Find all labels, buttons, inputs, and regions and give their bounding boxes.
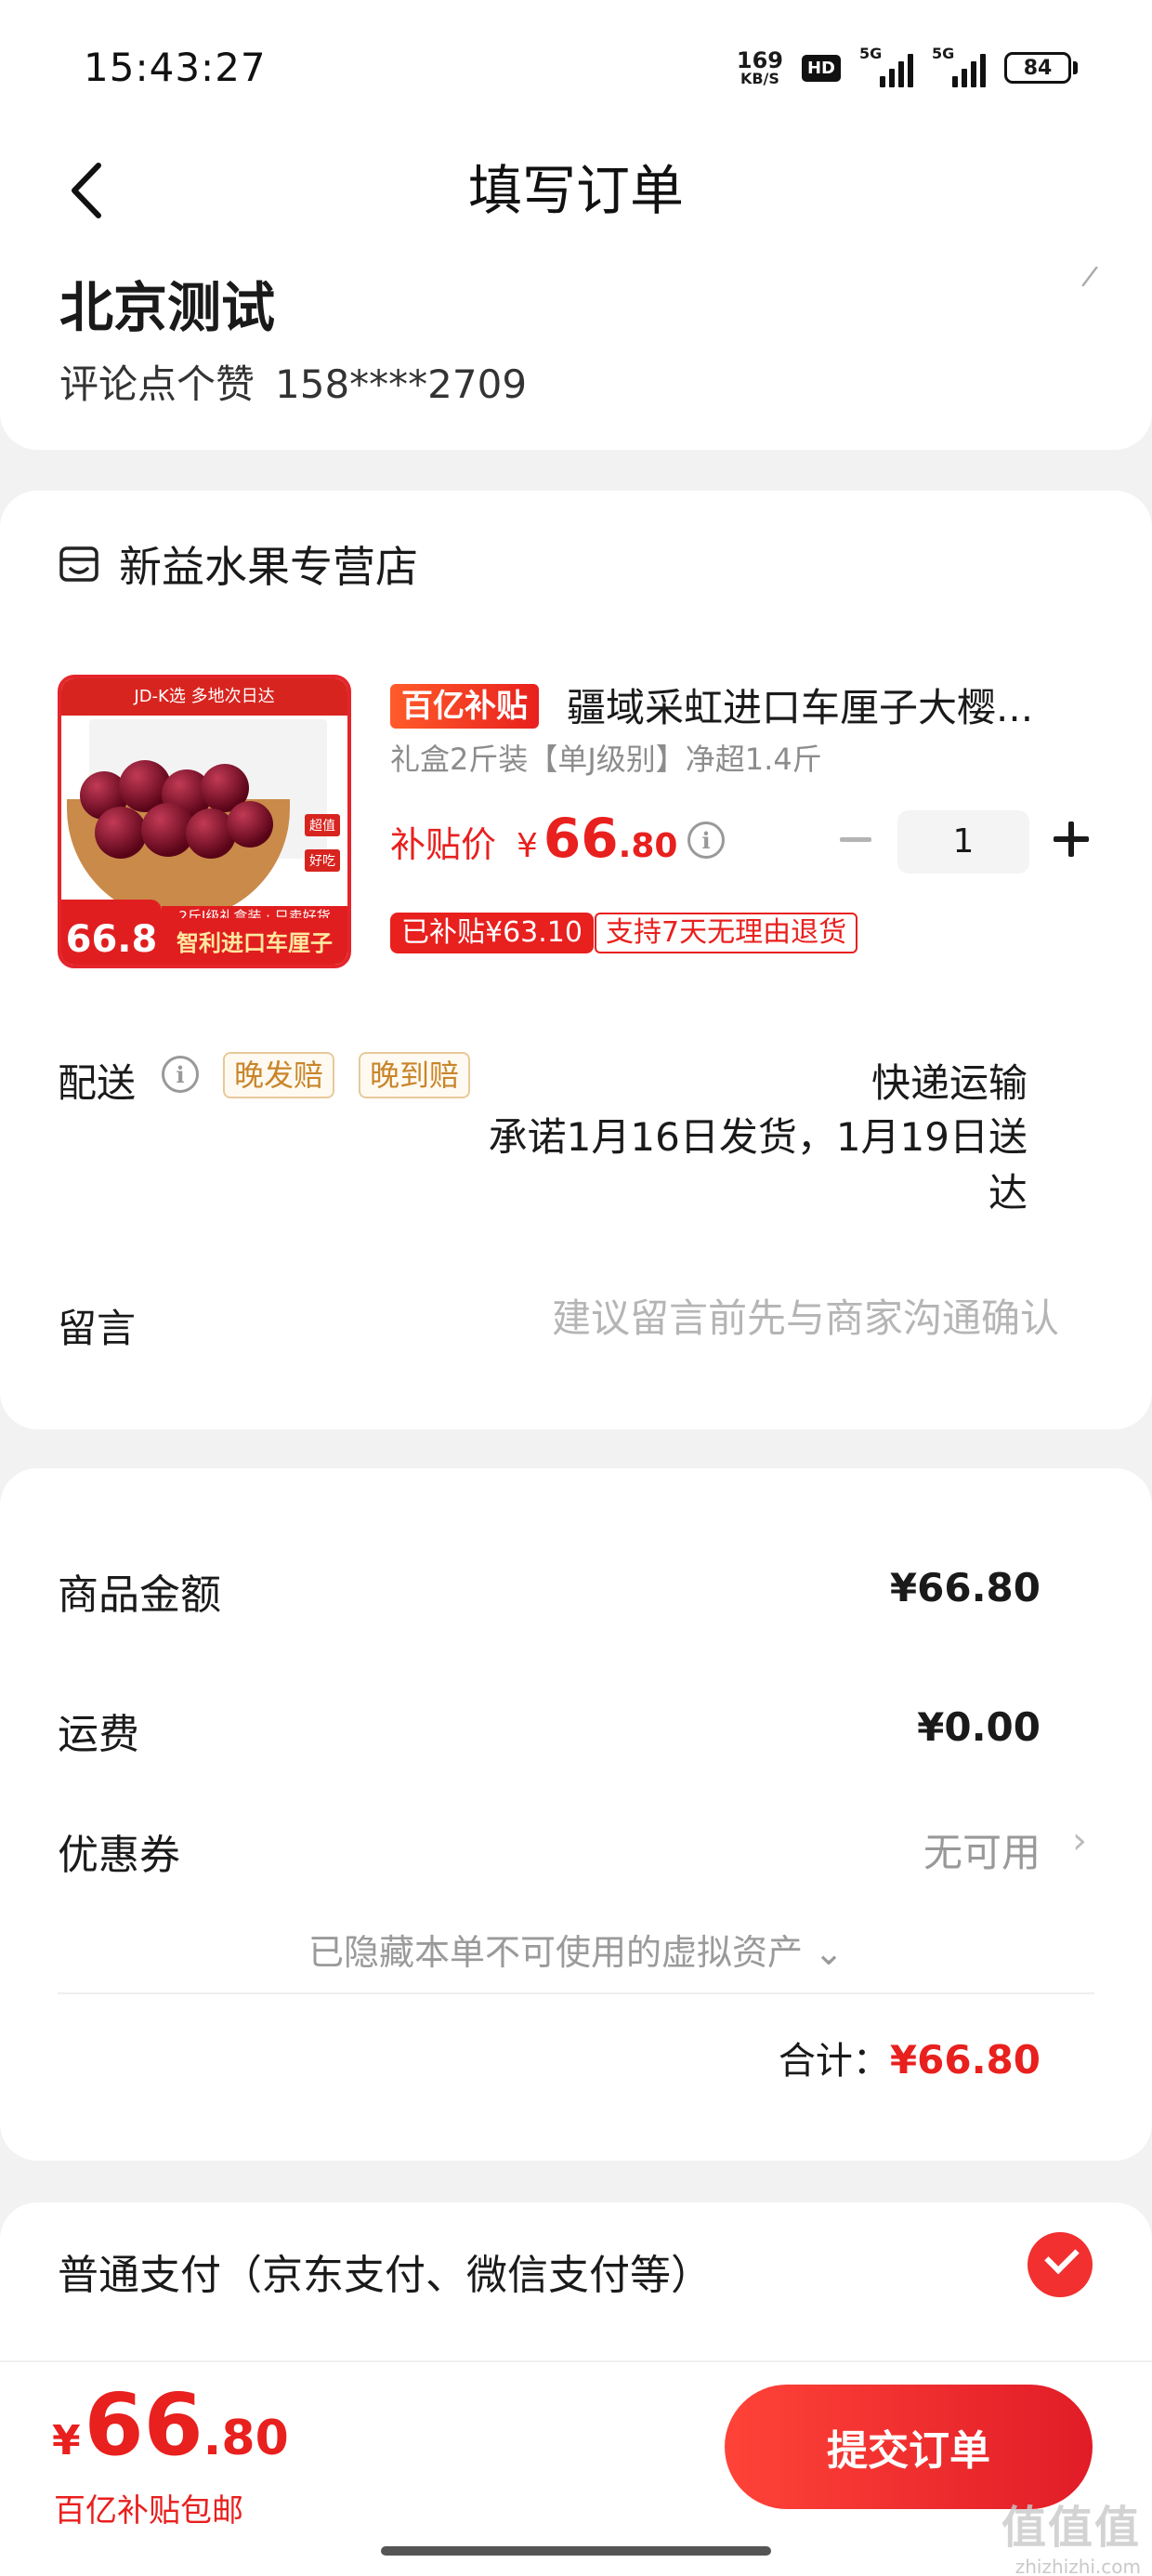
signal-icon-secondary: 5G [932,45,986,87]
total-row: 合计： ¥66.80 [779,2031,1041,2084]
bottom-price-integer: 66 [84,2375,203,2475]
hd-voice-icon: HD [801,54,841,82]
network-speed: 169 KB/S [737,49,783,86]
store-icon [59,546,98,582]
goods-amount-label: 商品金额 [58,1571,221,1619]
battery-icon: 84 [1004,52,1078,84]
price-info-icon[interactable]: i [687,821,725,859]
bottom-price-currency: ¥ [52,2417,81,2464]
price-integer: 66 [543,807,619,870]
signal-icon: 5G [859,45,913,87]
price-decimal: .80 [618,827,678,865]
product-spec: 礼盒2斤装【单J级别】净超1.4斤 [390,742,822,777]
note-label: 留言 [58,1306,137,1351]
shipping-fee-value: ¥0.00 [917,1704,1041,1750]
quantity-value[interactable]: 1 [897,810,1029,874]
address-contact: 评论点个赞 158****2709 [59,353,547,410]
product-title[interactable]: 疆域采虹进口车厘子大樱... [567,677,1087,733]
product-price: 补贴价 ¥ 66 .80 [390,807,677,870]
subsidy-badge: 百亿补贴 [390,684,539,729]
network-speed-unit: KB/S [740,70,779,87]
page-title: 填写订单 [467,159,684,222]
shipping-fee-label: 运费 [58,1711,139,1758]
total-label: 合计： [778,2040,890,2083]
image-banner: JD-K选 多地次日达 [61,678,347,716]
image-tag-2: 好吃 [305,849,340,872]
bottom-total-price: ¥ 66 .80 [52,2383,289,2468]
watermark-main: 值值值 [1001,2502,1141,2554]
late-ship-compensation-tag[interactable]: 晚发赔 [223,1052,335,1098]
divider [58,1992,1094,1994]
total-value: ¥66.80 [889,2037,1041,2083]
payment-card: 普通支付（京东支付、微信支付等） [0,2202,1152,2360]
goods-amount-value: ¥66.80 [889,1565,1041,1610]
late-arrival-compensation-tag[interactable]: 晚到赔 [359,1052,471,1098]
image-tag-1: 超值 [305,814,340,836]
note-input[interactable] [465,1290,1059,1346]
recipient-name: 评论点个赞 [59,361,255,407]
recipient-phone: 158****2709 [275,361,528,407]
bottom-shipping-note: 百亿补贴包邮 [54,2492,243,2530]
delivery-promise: 承诺1月16日发货，1月19日送达 [488,1114,1028,1216]
product-image[interactable]: JD-K选 多地次日达 超值 好吃 2斤J级礼盒装 · 只卖好货 66.8 智利… [58,675,351,968]
subsidized-amount-tag: 已补贴¥63.10 [390,913,594,953]
address-card[interactable]: 北京测试 评论点个赞 158****2709 / [0,251,1152,450]
coupon-label: 优惠券 [58,1832,180,1879]
nav-bar: 填写订单 [0,130,1152,251]
quantity-plus-button[interactable] [1048,816,1094,862]
hidden-assets-toggle[interactable]: 已隐藏本单不可使用的虚拟资产 ⌄ [0,1924,1152,1975]
address-name: 北京测试 [59,276,276,339]
store-header[interactable]: 新益水果专营店 [58,533,418,595]
image-title: 智利进口车厘子 [177,930,333,956]
return-policy-tag: 支持7天无理由退货 [595,913,858,953]
price-summary-card: 商品金额 ¥66.80 运费 ¥0.00 优惠券 无可用 › 已隐藏本单不可使用… [0,1468,1152,2161]
signal-label-secondary: 5G [932,45,955,62]
status-indicators: 169 KB/S HD 5G 5G 84 [737,45,1078,91]
signal-label: 5G [859,45,883,62]
store-name: 新益水果专营店 [119,542,418,592]
bottom-price-decimal: .80 [203,2411,289,2466]
network-speed-value: 169 [736,47,783,73]
delivery-label: 配送 [58,1060,137,1106]
coupon-value[interactable]: 无可用 [923,1821,1041,1878]
delivery-info-icon[interactable]: i [162,1056,199,1093]
chevron-right-icon: › [1072,1820,1087,1862]
payment-selected-check-icon[interactable] [1028,2232,1093,2297]
status-bar: 15:43:27 169 KB/S HD 5G 5G 84 [0,0,1152,130]
status-time: 15:43:27 [84,45,267,90]
quantity-minus-button[interactable] [832,816,879,862]
edit-mark-icon: / [1080,259,1100,294]
battery-level: 84 [1004,52,1071,84]
watermark: 值值值 zhizhizhi.com [1001,2491,1141,2576]
price-label: 补贴价 [390,824,497,865]
home-indicator[interactable] [381,2546,771,2556]
payment-method-label[interactable]: 普通支付（京东支付、微信支付等） [58,2241,712,2301]
bottom-bar: ¥ 66 .80 百亿补贴包邮 提交订单 [0,2360,1152,2576]
store-card: 新益水果专营店 JD-K选 多地次日达 超值 好吃 2斤J级礼盒装 · 只卖好货… [0,491,1152,1429]
price-currency: ¥ [517,827,538,865]
delivery-method: 快递运输 [871,1060,1028,1106]
image-price-tag: 66.8 [61,900,162,965]
watermark-sub: zhizhizhi.com [1015,2556,1141,2576]
